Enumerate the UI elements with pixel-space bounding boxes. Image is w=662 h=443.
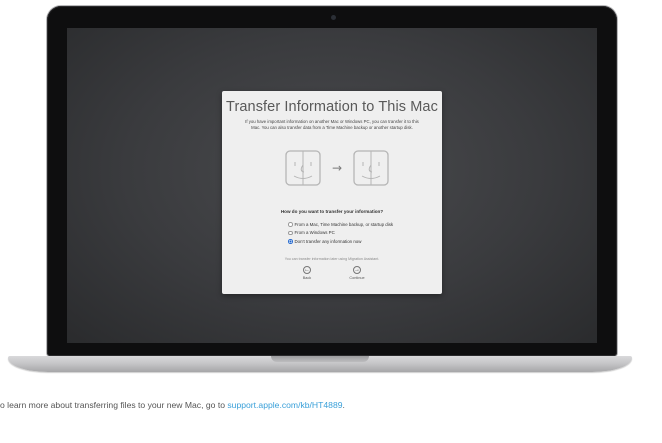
migration-dialog: Transfer Information to This Mac If you …	[222, 91, 442, 294]
radio-button[interactable]	[288, 222, 293, 227]
macbook-lid: Transfer Information to This Mac If you …	[47, 6, 617, 356]
footer-text: o learn more about transferring files to…	[0, 400, 228, 410]
radio-button[interactable]	[288, 230, 293, 235]
support-link[interactable]: support.apple.com/kb/HT4889	[227, 400, 342, 410]
option-windows-pc[interactable]: From a Windows PC	[288, 229, 428, 238]
transfer-question: How do you want to transfer your informa…	[280, 209, 384, 214]
back-arrow-icon[interactable]: ←	[303, 266, 311, 274]
continue-label: Continue	[349, 276, 365, 280]
footer-end: .	[342, 400, 345, 410]
camera	[331, 15, 336, 20]
macbook-base	[8, 356, 632, 372]
dialog-title: Transfer Information to This Mac	[226, 99, 438, 115]
mac-screen: Transfer Information to This Mac If you …	[67, 28, 597, 343]
transfer-options: From a Mac, Time Machine backup, or star…	[288, 220, 428, 246]
option-label: From a Windows PC	[294, 230, 335, 236]
option-label: Don’t transfer any information now	[294, 238, 362, 244]
transfer-arrow-icon: →	[332, 161, 342, 175]
radio-button-selected[interactable]	[288, 239, 293, 244]
footer-note: o learn more about transferring files to…	[0, 400, 662, 410]
back-label: Back	[302, 276, 312, 280]
destination-finder-icon	[353, 150, 389, 186]
dialog-subtitle: If you have important information on ano…	[245, 119, 419, 130]
back-button[interactable]: ← Back	[292, 266, 322, 280]
lid-notch	[271, 356, 369, 362]
option-label: From a Mac, Time Machine backup, or star…	[294, 221, 394, 227]
continue-arrow-icon[interactable]: →	[353, 266, 361, 274]
option-mac-backup[interactable]: From a Mac, Time Machine backup, or star…	[288, 220, 428, 229]
transfer-illustration: →	[285, 150, 389, 186]
continue-button[interactable]: → Continue	[342, 266, 372, 280]
source-finder-icon	[285, 150, 321, 186]
option-dont-transfer[interactable]: Don’t transfer any information now	[288, 237, 428, 246]
migration-hint: You can transfer information later using…	[284, 257, 380, 261]
